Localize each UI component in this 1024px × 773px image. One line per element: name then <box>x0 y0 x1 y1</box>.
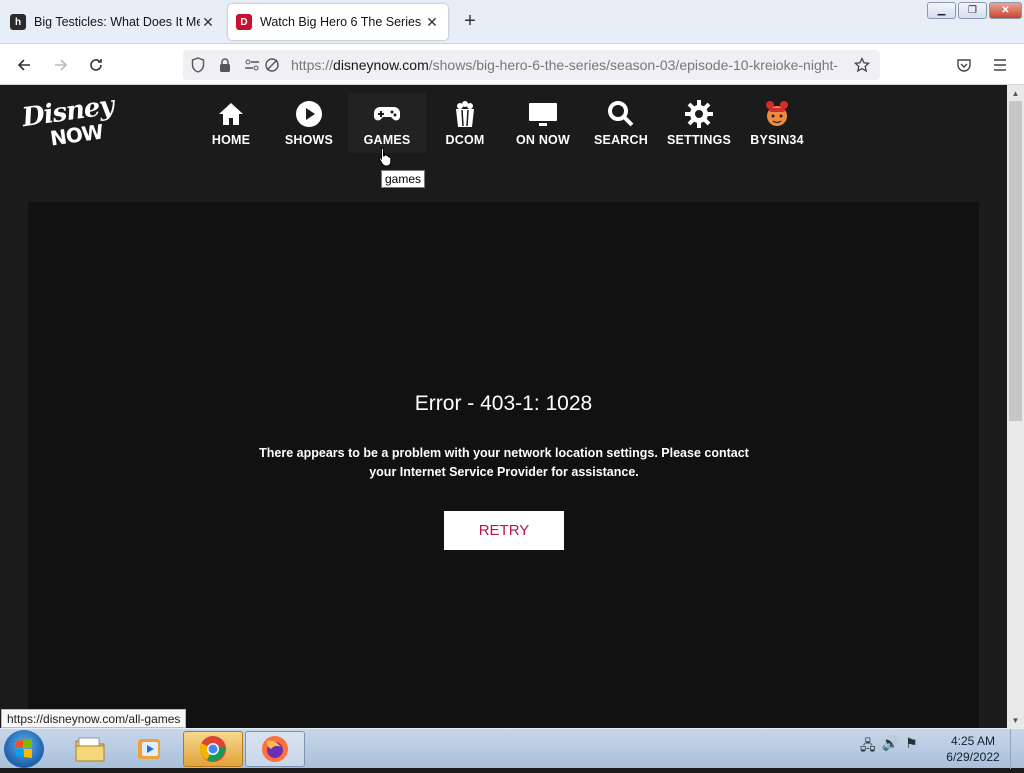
scroll-down-icon[interactable]: ▼ <box>1007 712 1024 728</box>
taskbar-firefox[interactable] <box>245 731 305 767</box>
nav-label: SEARCH <box>594 133 648 147</box>
nav-label: ON NOW <box>516 133 570 147</box>
nav-search[interactable]: SEARCH <box>582 93 660 153</box>
url-path: /shows/big-hero-6-the-series/season-03/e… <box>428 57 839 73</box>
restore-icon[interactable]: ❐ <box>958 2 987 19</box>
folder-icon <box>75 737 105 762</box>
scroll-up-icon[interactable]: ▲ <box>1007 85 1024 101</box>
navigation-toolbar: https://disneynow.com/shows/big-hero-6-t… <box>0 44 1024 85</box>
chrome-icon <box>199 736 226 762</box>
taskbar-chrome[interactable] <box>183 731 243 767</box>
nav-label: BYSIN34 <box>750 133 804 147</box>
minimize-icon[interactable]: ▁ <box>927 2 956 19</box>
nav-shows[interactable]: SHOWS <box>270 93 348 153</box>
nav-profile[interactable]: BYSIN34 <box>738 93 816 153</box>
nav-label: DCOM <box>445 133 485 147</box>
nav-label: SHOWS <box>284 133 334 147</box>
shield-icon[interactable] <box>189 56 207 74</box>
taskbar: 🖧 🔊 ⚑ 4:25 AM 6/29/2022 <box>0 728 1024 769</box>
nav-games[interactable]: GAMES <box>348 93 426 153</box>
window-controls: ▁ ❐ ✕ <box>925 2 1022 20</box>
scrollbar-thumb[interactable] <box>1009 101 1022 421</box>
play-icon <box>296 101 322 127</box>
network-icon[interactable]: 🖧 <box>860 735 876 759</box>
lock-icon[interactable] <box>216 56 234 74</box>
permissions-icon[interactable] <box>243 56 261 74</box>
home-icon <box>219 103 243 125</box>
taskbar-explorer[interactable] <box>60 731 120 767</box>
nav-label: HOME <box>211 133 251 147</box>
media-player-icon <box>138 739 160 759</box>
system-tray: 🖧 🔊 ⚑ <box>860 735 918 759</box>
tab-title: Big Testicles: What Does It Mean <box>34 15 200 29</box>
web-page: Disney NOW HOME SHOWS GAMES DCOM ON NOW … <box>0 85 1007 728</box>
nav-label: SETTINGS <box>666 133 732 147</box>
popcorn-icon <box>456 101 474 127</box>
firefox-icon <box>262 736 288 762</box>
hand-cursor-icon <box>378 147 392 167</box>
url-scheme: https:// <box>291 57 334 73</box>
flag-icon[interactable]: ⚑ <box>905 735 918 759</box>
menu-icon[interactable] <box>987 52 1013 78</box>
forward-icon[interactable] <box>48 52 74 78</box>
tab-strip: h Big Testicles: What Does It Mean ✕ D W… <box>0 0 1024 44</box>
volume-icon[interactable]: 🔊 <box>882 735 899 759</box>
clock-time: 4:25 AM <box>950 734 996 748</box>
video-player: Error - 403-1: 1028 There appears to be … <box>28 202 979 728</box>
address-bar[interactable]: https://disneynow.com/shows/big-hero-6-t… <box>183 50 880 80</box>
back-icon[interactable] <box>11 52 37 78</box>
tab-big-testicles[interactable]: h Big Testicles: What Does It Mean ✕ <box>2 4 224 40</box>
nav-on-now[interactable]: ON NOW <box>504 93 582 153</box>
taskbar-media-player[interactable] <box>120 731 180 767</box>
status-link-preview: https://disneynow.com/all-games <box>1 709 187 728</box>
site-nav: HOME SHOWS GAMES DCOM ON NOW SEARCH SETT… <box>192 93 816 153</box>
retry-button[interactable]: RETRY <box>444 511 564 550</box>
url-text[interactable]: https://disneynow.com/shows/big-hero-6-t… <box>291 57 843 73</box>
windows-logo-icon <box>16 739 32 758</box>
error-message: There appears to be a problem with your … <box>259 446 749 479</box>
browser-window: h Big Testicles: What Does It Mean ✕ D W… <box>0 0 1024 769</box>
tab-title: Watch Big Hero 6 The Series Se <box>260 15 424 29</box>
pocket-icon[interactable] <box>951 52 977 78</box>
tab-favicon: h <box>10 14 26 30</box>
nav-home[interactable]: HOME <box>192 93 270 153</box>
tracking-blocked-icon[interactable] <box>263 56 281 74</box>
clock[interactable]: 4:25 AM 6/29/2022 <box>944 733 1002 765</box>
close-tab-icon[interactable]: ✕ <box>200 14 216 31</box>
search-icon <box>608 101 634 127</box>
bookmark-star-icon[interactable] <box>853 56 871 74</box>
window-close-icon[interactable]: ✕ <box>989 2 1022 19</box>
error-title: Error - 403-1: 1028 <box>414 392 593 415</box>
vertical-scrollbar[interactable]: ▲ ▼ <box>1007 85 1024 728</box>
avatar-icon <box>766 101 788 126</box>
show-desktop-button[interactable] <box>1010 729 1024 769</box>
nav-dcom[interactable]: DCOM <box>426 93 504 153</box>
reload-icon[interactable] <box>83 52 109 78</box>
gear-icon <box>685 100 713 128</box>
tab-favicon: D <box>236 14 252 30</box>
start-button[interactable] <box>4 730 44 768</box>
nav-label: GAMES <box>363 133 411 147</box>
disney-now-logo[interactable]: Disney NOW <box>20 91 115 151</box>
url-domain: disneynow.com <box>333 57 429 73</box>
tv-icon <box>529 103 557 126</box>
tab-big-hero-6[interactable]: D Watch Big Hero 6 The Series Se ✕ <box>228 4 448 40</box>
gamepad-icon <box>374 107 400 121</box>
new-tab-button[interactable]: + <box>458 10 482 34</box>
games-tooltip: games <box>381 170 426 188</box>
close-tab-icon[interactable]: ✕ <box>424 14 440 31</box>
clock-date: 6/29/2022 <box>946 750 1000 764</box>
nav-settings[interactable]: SETTINGS <box>660 93 738 153</box>
